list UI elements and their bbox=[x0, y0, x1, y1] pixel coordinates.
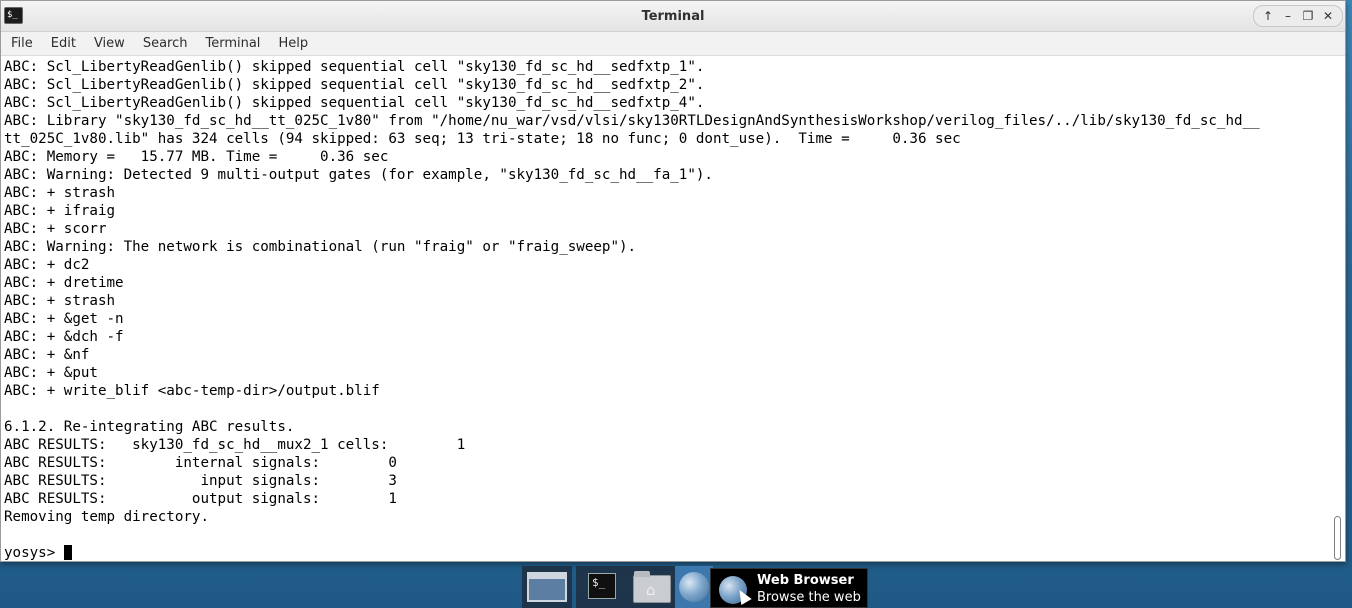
tooltip-subtitle: Browse the web bbox=[757, 590, 861, 605]
title-bar[interactable]: $_ Terminal ↑ – ❐ ✕ bbox=[1, 1, 1345, 32]
maximize-icon[interactable]: ❐ bbox=[1300, 9, 1316, 23]
terminal-line: ABC: + write_blif <abc-temp-dir>/output.… bbox=[4, 383, 380, 399]
terminal-line: ABC: Scl_LibertyReadGenlib() skipped seq… bbox=[4, 59, 705, 75]
terminal-line: ABC: Scl_LibertyReadGenlib() skipped seq… bbox=[4, 77, 705, 93]
menu-bar: File Edit View Search Terminal Help bbox=[1, 32, 1345, 56]
taskbar-web-browser[interactable] bbox=[675, 566, 713, 608]
text-cursor bbox=[63, 545, 72, 560]
terminal-line: 6.1.2. Re-integrating ABC results. bbox=[4, 419, 295, 435]
terminal-line: ABC RESULTS: input signals: 3 bbox=[4, 473, 397, 489]
terminal-line: ABC: Memory = 15.77 MB. Time = 0.36 sec bbox=[4, 149, 389, 165]
terminal-line: ABC: + scorr bbox=[4, 221, 107, 237]
close-icon[interactable]: ✕ bbox=[1320, 9, 1336, 23]
tooltip-title: Web Browser bbox=[757, 573, 854, 588]
taskbar-terminal[interactable]: $_ bbox=[576, 566, 626, 608]
terminal-line: ABC RESULTS: sky130_fd_sc_hd__mux2_1 cel… bbox=[4, 437, 466, 453]
terminal-line: ABC: + &get -n bbox=[4, 311, 124, 327]
home-folder-icon bbox=[633, 571, 671, 603]
terminal-line: ABC: Library "sky130_fd_sc_hd__tt_025C_1… bbox=[4, 113, 1260, 129]
terminal-output[interactable]: ABC: Scl_LibertyReadGenlib() skipped seq… bbox=[1, 57, 1334, 561]
terminal-line: ABC: + &put bbox=[4, 365, 98, 381]
terminal-line: tt_025C_1v80.lib" has 324 cells (94 skip… bbox=[4, 131, 961, 147]
terminal-line: ABC: Scl_LibertyReadGenlib() skipped seq… bbox=[4, 95, 705, 111]
minimize-icon[interactable]: – bbox=[1280, 9, 1296, 23]
terminal-icon: $_ bbox=[588, 573, 616, 599]
terminal-line: ABC: + dretime bbox=[4, 275, 124, 291]
taskbar-show-desktop[interactable] bbox=[522, 566, 572, 608]
menu-search[interactable]: Search bbox=[134, 33, 197, 55]
terminal-line: ABC: Warning: The network is combination… bbox=[4, 239, 637, 255]
shade-up-icon[interactable]: ↑ bbox=[1260, 9, 1276, 23]
window-title: Terminal bbox=[641, 9, 705, 24]
menu-help[interactable]: Help bbox=[269, 33, 317, 55]
terminal-line: ABC: + dc2 bbox=[4, 257, 90, 273]
terminal-line: ABC RESULTS: internal signals: 0 bbox=[4, 455, 397, 471]
menu-edit[interactable]: Edit bbox=[42, 33, 85, 55]
vertical-scrollbar[interactable] bbox=[1332, 57, 1342, 561]
menu-file[interactable]: File bbox=[2, 33, 42, 55]
taskbar-file-manager[interactable] bbox=[626, 566, 676, 608]
terminal-line: ABC: + strash bbox=[4, 293, 116, 309]
terminal-line: ABC RESULTS: output signals: 1 bbox=[4, 491, 397, 507]
terminal-line: ABC: Warning: Detected 9 multi-output ga… bbox=[4, 167, 713, 183]
terminal-line: Removing temp directory. bbox=[4, 509, 209, 525]
globe-icon bbox=[679, 572, 709, 602]
menu-terminal[interactable]: Terminal bbox=[196, 33, 269, 55]
terminal-line: ABC: + ifraig bbox=[4, 203, 116, 219]
window-controls: ↑ – ❐ ✕ bbox=[1253, 5, 1343, 27]
terminal-line: ABC: + strash bbox=[4, 185, 116, 201]
web-browser-tooltip: Web Browser Browse the web bbox=[710, 568, 868, 608]
terminal-line: ABC: + &dch -f bbox=[4, 329, 124, 345]
scrollbar-thumb[interactable] bbox=[1334, 516, 1341, 560]
terminal-line: ABC: + &nf bbox=[4, 347, 90, 363]
prompt-line[interactable]: yosys> bbox=[4, 544, 1334, 561]
menu-view[interactable]: View bbox=[85, 33, 134, 55]
shell-prompt: yosys> bbox=[4, 545, 64, 561]
show-desktop-icon bbox=[527, 572, 567, 602]
terminal-window: $_ Terminal ↑ – ❐ ✕ File Edit View Searc… bbox=[0, 0, 1346, 562]
